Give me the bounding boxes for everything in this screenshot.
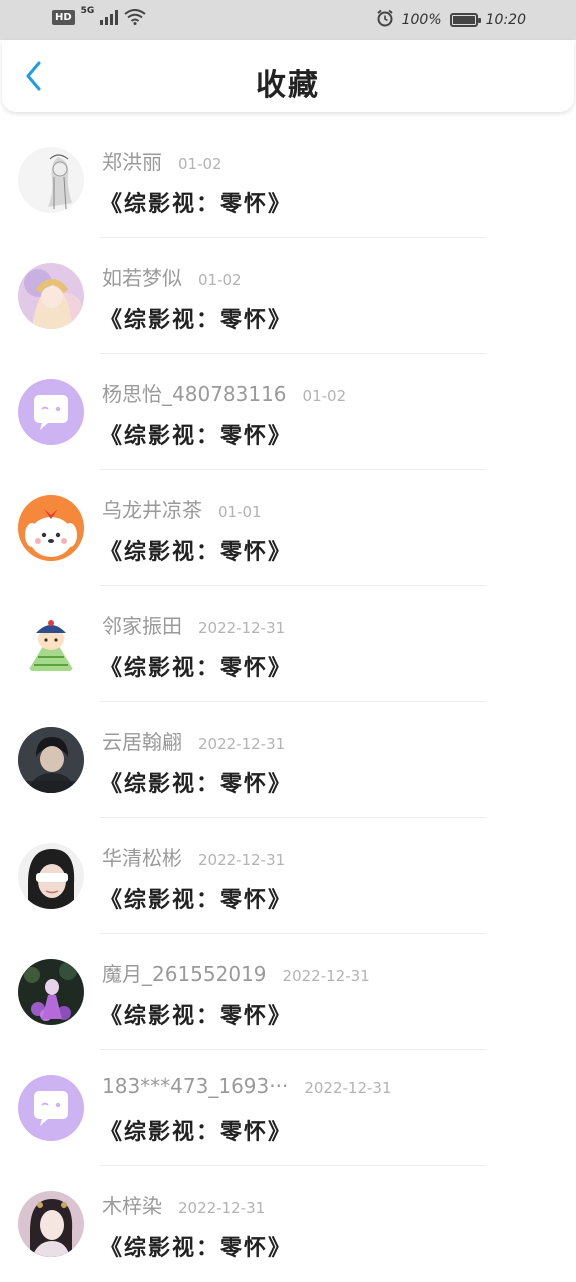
avatar [18, 959, 84, 1025]
item-meta: 杨思怡_480783116 01-02 [102, 378, 346, 407]
item-meta: 183***473_1693··· 2022-12-31 [102, 1074, 392, 1098]
list-item[interactable]: 郑洪丽 01-02 《综影视：零怀》 [0, 122, 576, 238]
list-item[interactable]: 乌龙井凉茶 01-01 《综影视：零怀》 [0, 470, 576, 586]
user-name[interactable]: 魔月_261552019 [102, 958, 267, 987]
list-item[interactable]: 如若梦似 01-02 《综影视：零怀》 [0, 238, 576, 354]
user-name[interactable]: 乌龙井凉茶 [102, 494, 202, 523]
avatar [18, 727, 84, 793]
avatar [18, 611, 84, 677]
page-title: 收藏 [256, 68, 320, 103]
network-type: 5G [80, 6, 95, 16]
list-item[interactable]: 云居翰翩 2022-12-31 《综影视：零怀》 [0, 702, 576, 818]
book-title[interactable]: 《综影视：零怀》 [100, 1114, 292, 1146]
book-title[interactable]: 《综影视：零怀》 [100, 766, 292, 798]
user-name[interactable]: 183***473_1693··· [102, 1074, 288, 1098]
book-title[interactable]: 《综影视：零怀》 [100, 998, 292, 1030]
item-date: 01-02 [198, 271, 242, 289]
avatar [18, 1075, 84, 1141]
book-title[interactable]: 《综影视：零怀》 [100, 186, 292, 218]
item-date: 2022-12-31 [198, 851, 286, 869]
wifi-icon [124, 9, 146, 25]
list-item[interactable]: 木梓染 2022-12-31 《综影视：零怀》 [0, 1166, 576, 1282]
item-date: 01-02 [178, 155, 222, 173]
avatar [18, 147, 84, 213]
book-title[interactable]: 《综影视：零怀》 [100, 418, 292, 450]
avatar [18, 263, 84, 329]
signal-icon [100, 9, 119, 25]
user-name[interactable]: 邻家振田 [102, 610, 182, 639]
favorites-list: 郑洪丽 01-02 《综影视：零怀》 如若梦似 01-02 《综影视：零怀》 杨… [0, 122, 576, 1282]
hd-badge: HD [52, 9, 75, 25]
item-meta: 乌龙井凉茶 01-01 [102, 494, 262, 523]
status-left: HD 5G [52, 6, 146, 25]
user-name[interactable]: 如若梦似 [102, 262, 182, 291]
item-meta: 云居翰翩 2022-12-31 [102, 726, 285, 755]
avatar [18, 495, 84, 561]
user-name[interactable]: 郑洪丽 [102, 146, 162, 175]
user-name[interactable]: 云居翰翩 [102, 726, 182, 755]
header: 收藏 [2, 40, 574, 112]
item-date: 2022-12-31 [282, 967, 370, 985]
battery-icon [449, 13, 481, 27]
book-title[interactable]: 《综影视：零怀》 [100, 882, 292, 914]
avatar [18, 843, 84, 909]
user-name[interactable]: 华清松彬 [102, 842, 182, 871]
item-meta: 魔月_261552019 2022-12-31 [102, 958, 370, 987]
item-date: 2022-12-31 [304, 1079, 392, 1097]
item-date: 01-01 [218, 503, 262, 521]
user-name[interactable]: 杨思怡_480783116 [102, 378, 287, 407]
item-date: 2022-12-31 [198, 735, 286, 753]
user-name[interactable]: 木梓染 [102, 1190, 162, 1219]
list-item[interactable]: 魔月_261552019 2022-12-31 《综影视：零怀》 [0, 934, 576, 1050]
battery-fill [452, 16, 475, 24]
list-item[interactable]: 183***473_1693··· 2022-12-31 《综影视：零怀》 [0, 1050, 576, 1166]
book-title[interactable]: 《综影视：零怀》 [100, 1230, 292, 1262]
avatar [18, 379, 84, 445]
item-meta: 郑洪丽 01-02 [102, 146, 222, 175]
alarm-icon [376, 9, 394, 31]
book-title[interactable]: 《综影视：零怀》 [100, 302, 292, 334]
item-date: 2022-12-31 [178, 1199, 266, 1217]
status-bar: HD 5G 100% 10:20 [0, 0, 576, 40]
item-meta: 邻家振田 2022-12-31 [102, 610, 285, 639]
list-item[interactable]: 邻家振田 2022-12-31 《综影视：零怀》 [0, 586, 576, 702]
item-date: 2022-12-31 [198, 619, 286, 637]
status-right: 100% 10:20 [376, 9, 526, 31]
battery-percent: 100% [401, 12, 442, 28]
item-date: 01-02 [302, 387, 347, 405]
item-meta: 木梓染 2022-12-31 [102, 1190, 265, 1219]
list-item[interactable]: 杨思怡_480783116 01-02 《综影视：零怀》 [0, 354, 576, 470]
book-title[interactable]: 《综影视：零怀》 [100, 534, 292, 566]
item-meta: 如若梦似 01-02 [102, 262, 242, 291]
clock: 10:20 [485, 12, 526, 28]
book-title[interactable]: 《综影视：零怀》 [100, 650, 292, 682]
item-meta: 华清松彬 2022-12-31 [102, 842, 285, 871]
list-item[interactable]: 华清松彬 2022-12-31 《综影视：零怀》 [0, 818, 576, 934]
avatar [18, 1191, 84, 1257]
